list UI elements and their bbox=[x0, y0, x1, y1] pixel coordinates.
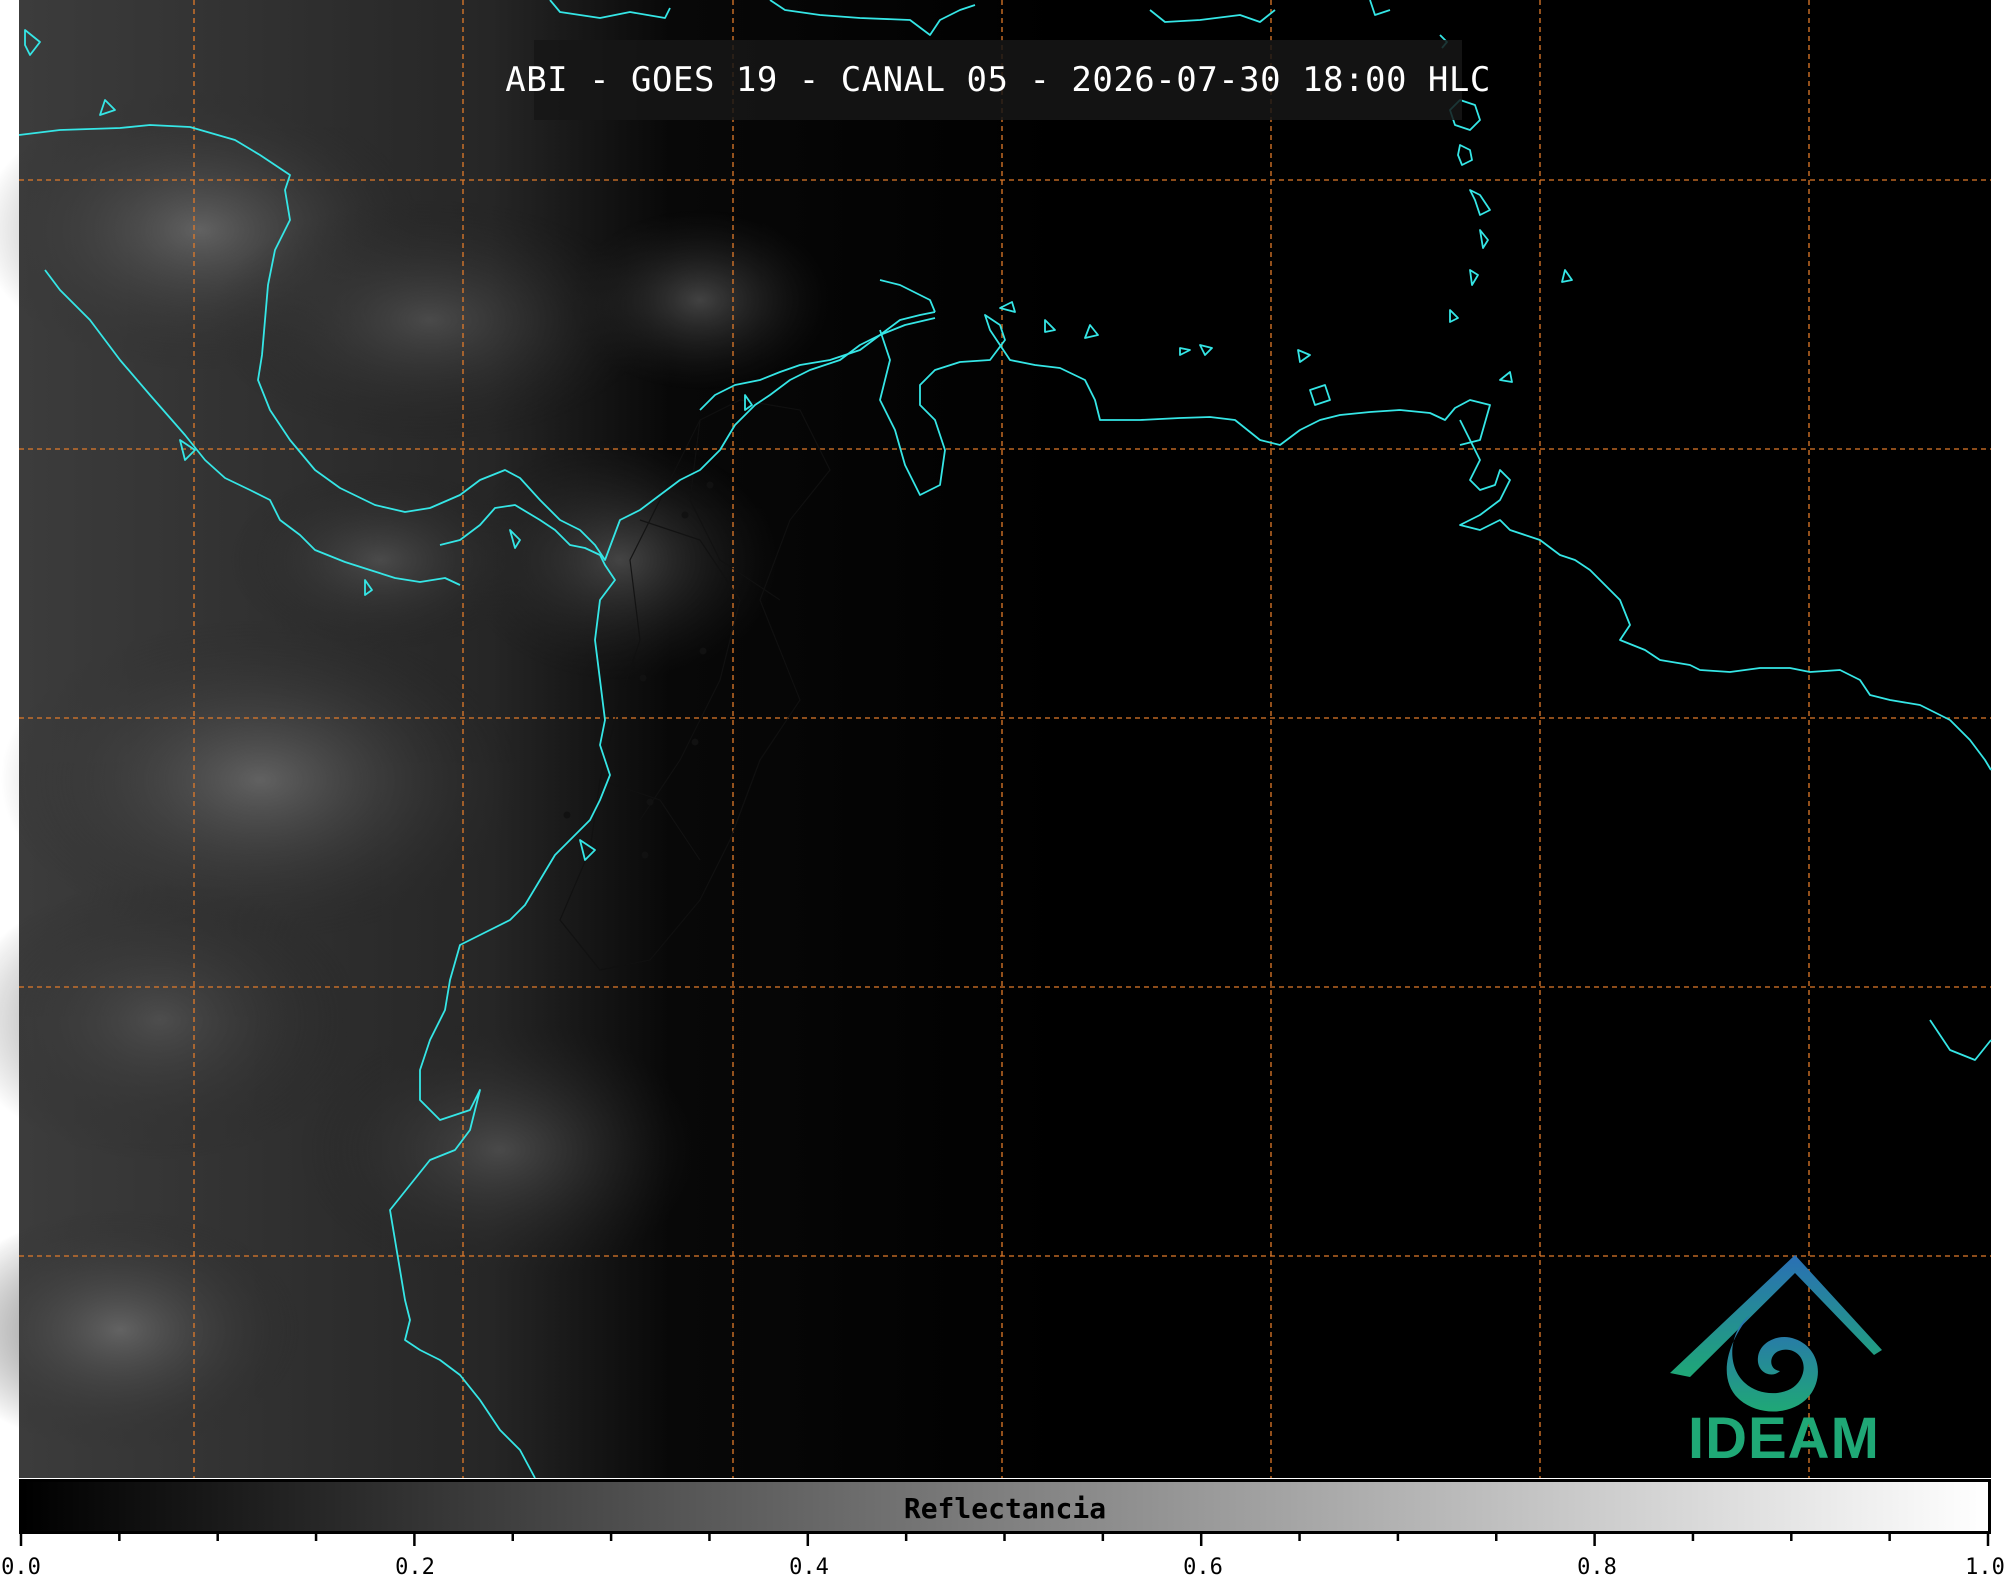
colorbar-tick-label: 0.6 bbox=[1183, 1555, 1223, 1580]
reflectance-colorbar: Reflectancia bbox=[19, 1479, 1991, 1534]
colorbar-label: Reflectancia bbox=[903, 1492, 1107, 1525]
colorbar-tick-label: 0.4 bbox=[789, 1555, 829, 1580]
colorbar-ticks bbox=[19, 1532, 1990, 1546]
colorbar-tick-label: 0.2 bbox=[395, 1555, 435, 1580]
map-title: ABI - GOES 19 - CANAL 05 - 2026-07-30 18… bbox=[505, 60, 1491, 100]
colorbar-tick-label: 1.0 bbox=[1965, 1555, 2005, 1580]
colorbar-tick-label: 0.8 bbox=[1577, 1555, 1617, 1580]
title-banner: ABI - GOES 19 - CANAL 05 - 2026-07-30 18… bbox=[505, 40, 1490, 120]
colorbar-tick-label: 0.0 bbox=[1, 1555, 41, 1580]
ideam-logo-text: IDEAM bbox=[1688, 1406, 1880, 1471]
